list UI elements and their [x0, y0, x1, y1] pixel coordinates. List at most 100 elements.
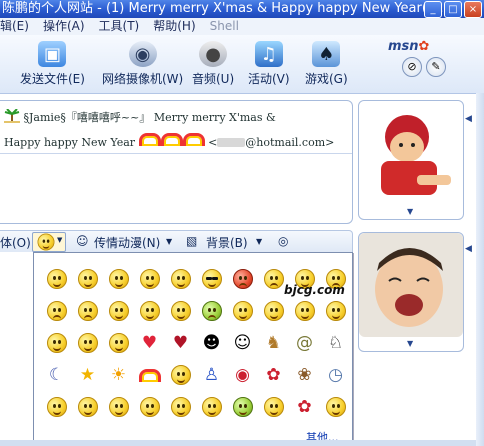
- send-file-icon: ▣: [38, 41, 67, 67]
- recent-emoticon[interactable]: [165, 391, 196, 423]
- site-watermark: bjcg.com: [284, 283, 345, 297]
- emoticon-secret[interactable]: [320, 295, 351, 327]
- chevron-down-icon[interactable]: ▼: [166, 237, 172, 246]
- recent-emoticon[interactable]: [227, 391, 258, 423]
- menu-tools[interactable]: 工具(T): [99, 18, 140, 35]
- webcam-label: 网络摄像机(W): [102, 72, 184, 86]
- emoticon-eye-roll[interactable]: [41, 327, 72, 359]
- audio-label: 音频(U): [192, 72, 235, 86]
- send-file-button[interactable]: ▣ 发送文件(E): [20, 41, 85, 87]
- background-button[interactable]: 背景(B): [206, 234, 248, 251]
- nudge-icon[interactable]: ◎: [278, 234, 288, 248]
- chevron-down-icon[interactable]: ▼: [407, 207, 413, 216]
- recent-emoticon[interactable]: [196, 391, 227, 423]
- window-bottom-edge: [0, 440, 476, 446]
- maximize-button[interactable]: □: [444, 1, 462, 18]
- emoticon-sick[interactable]: [196, 295, 227, 327]
- emoticon-disappointed[interactable]: [41, 295, 72, 327]
- emoticon-tongue[interactable]: [165, 263, 196, 295]
- menu-actions[interactable]: 操作(A): [43, 18, 85, 35]
- clock-icon[interactable]: ◷: [320, 359, 351, 391]
- emoticon-sleepy[interactable]: [258, 295, 289, 327]
- contact-avatar-picture: [359, 101, 463, 205]
- recent-emoticon[interactable]: [72, 391, 103, 423]
- emoticon-button[interactable]: ▼: [32, 232, 66, 252]
- emoticon-sarcastic[interactable]: [72, 327, 103, 359]
- recent-emoticon[interactable]: [320, 391, 351, 423]
- sender-email-open: <: [208, 136, 218, 149]
- emoticon-grin[interactable]: [72, 263, 103, 295]
- emoticon-hug-left[interactable]: [165, 359, 196, 391]
- moon-icon[interactable]: ☾: [41, 359, 72, 391]
- background-icon: ▧: [186, 234, 198, 248]
- webcam-button[interactable]: ◉ 网络摄像机(W): [102, 41, 183, 87]
- window-title: 陈鹏的个人网站 - (1) Merry merry X'mas & Happy …: [2, 1, 444, 16]
- cat-icon[interactable]: ☺: [227, 327, 258, 359]
- chevron-down-icon[interactable]: ▼: [407, 339, 413, 348]
- rainbow-icon[interactable]: [134, 359, 165, 391]
- emoticon-crying[interactable]: [72, 295, 103, 327]
- title-bar: 陈鹏的个人网站 - (1) Merry merry X'mas & Happy …: [0, 0, 484, 18]
- block-icon[interactable]: ⊘: [402, 57, 422, 77]
- emoticon-nerd[interactable]: [165, 295, 196, 327]
- emoticon-dont-know[interactable]: [103, 327, 134, 359]
- chevron-down-icon[interactable]: ▼: [256, 237, 262, 246]
- my-avatar[interactable]: ▼: [358, 232, 464, 352]
- menu-help[interactable]: 帮助(H): [153, 18, 195, 35]
- emoticon-surprised[interactable]: [134, 263, 165, 295]
- dog-icon[interactable]: ♞: [258, 327, 289, 359]
- font-button[interactable]: 体(O): [0, 234, 31, 251]
- rose-icon[interactable]: ✿: [258, 359, 289, 391]
- winks-button[interactable]: 传情动漫(N): [94, 234, 160, 251]
- input-area[interactable]: [0, 252, 34, 446]
- my-avatar-picture: [359, 233, 463, 337]
- redacted-email: [217, 138, 246, 147]
- emoticon-smile[interactable]: [41, 263, 72, 295]
- menu-edit[interactable]: 辑(E): [0, 18, 29, 35]
- message-line-2: Happy happy New Year < @hotmail.com>: [4, 133, 334, 149]
- chevron-right-icon[interactable]: ◀: [465, 244, 475, 254]
- wilted-rose-icon[interactable]: ❀: [289, 359, 320, 391]
- conversation-history[interactable]: §Jamie§『嘻嘻嘻呼~~』 Merry merry X'mas & Happ…: [0, 100, 353, 224]
- games-label: 游戏(G): [305, 72, 348, 86]
- emoticon-cool[interactable]: [196, 263, 227, 295]
- audio-button[interactable]: ● 音频(U): [192, 41, 234, 87]
- chevron-right-icon[interactable]: ◀: [465, 114, 475, 124]
- webcam-icon: ◉: [128, 41, 157, 67]
- sheep-icon[interactable]: ♘: [320, 327, 351, 359]
- recent-emoticon[interactable]: [134, 391, 165, 423]
- message-line-1: §Jamie§『嘻嘻嘻呼~~』 Merry merry X'mas &: [4, 109, 276, 125]
- smiley-icon: [37, 233, 55, 251]
- menu-shell[interactable]: Shell: [210, 18, 239, 35]
- broken-heart-icon[interactable]: ♥: [165, 327, 196, 359]
- recent-emoticon[interactable]: [41, 391, 72, 423]
- snail-icon[interactable]: @: [289, 327, 320, 359]
- people-icon[interactable]: ☻: [196, 327, 227, 359]
- wink-icon: ☺: [76, 234, 89, 248]
- star-icon[interactable]: ★: [72, 359, 103, 391]
- input-toolbar: 体(O) ▼ ☺ 传情动漫(N) ▼ ▧ 背景(B) ▼ ◎: [0, 230, 353, 254]
- lips-icon[interactable]: ◉: [227, 359, 258, 391]
- emoticon-hot[interactable]: [103, 295, 134, 327]
- emoticon-wink[interactable]: [103, 263, 134, 295]
- window-edge: [476, 93, 484, 446]
- emoticon-party[interactable]: [227, 295, 258, 327]
- sun-icon[interactable]: ☀: [103, 359, 134, 391]
- heart-icon[interactable]: ♥: [134, 327, 165, 359]
- recent-emoticon[interactable]: [258, 391, 289, 423]
- activities-icon: ♫: [254, 41, 283, 67]
- games-button[interactable]: ♠ 游戏(G): [305, 41, 348, 87]
- emoticon-baring-teeth[interactable]: [134, 295, 165, 327]
- emoticon-thinking[interactable]: [289, 295, 320, 327]
- pen-icon[interactable]: ✎: [426, 57, 446, 77]
- recent-rose-icon[interactable]: ✿: [289, 391, 320, 423]
- activities-button[interactable]: ♫ 活动(V): [248, 41, 290, 87]
- divider: [0, 153, 352, 154]
- contact-avatar[interactable]: ▼: [358, 100, 464, 220]
- close-button[interactable]: ×: [464, 1, 482, 18]
- recent-emoticon[interactable]: [103, 391, 134, 423]
- boy-icon[interactable]: ♙: [196, 359, 227, 391]
- emoticon-angry[interactable]: [227, 263, 258, 295]
- minimize-button[interactable]: _: [424, 1, 442, 18]
- microphone-icon: ●: [199, 41, 228, 67]
